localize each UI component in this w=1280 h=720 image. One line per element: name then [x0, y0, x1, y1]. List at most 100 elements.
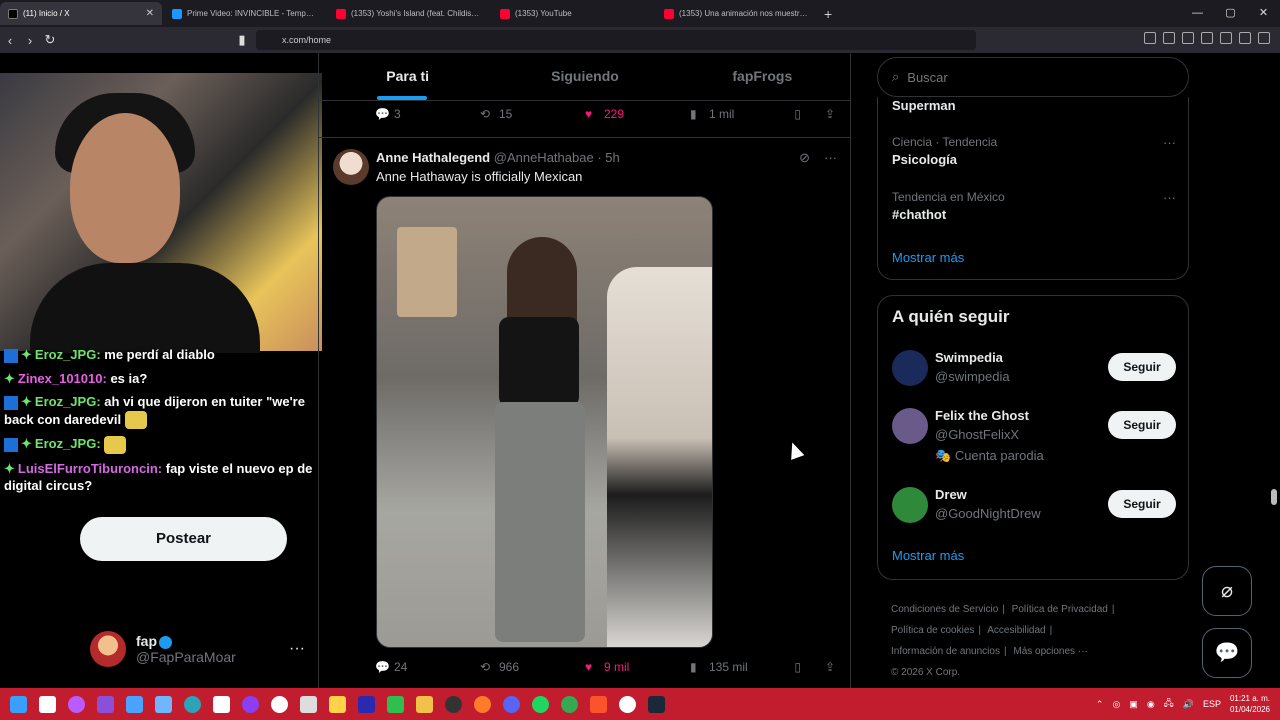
- more-options-icon[interactable]: ···: [1163, 135, 1176, 150]
- more-options-icon[interactable]: ···: [1163, 190, 1176, 205]
- taskbar-app-icon[interactable]: [39, 695, 56, 713]
- avatar[interactable]: [333, 149, 369, 185]
- tray-app-icon[interactable]: ▣: [1129, 699, 1138, 710]
- follow-button[interactable]: Seguir: [1108, 353, 1176, 381]
- taskbar-app-icon[interactable]: [416, 695, 433, 713]
- trend-item[interactable]: Tendencia en México #chathot ···: [892, 190, 1176, 222]
- taskbar-app-icon[interactable]: [329, 695, 346, 713]
- bookmark-tweet-icon[interactable]: ▯: [794, 107, 801, 121]
- address-bar[interactable]: x.com/home: [256, 30, 976, 50]
- grok-button[interactable]: ⌀: [1202, 566, 1252, 616]
- tweet-author-handle[interactable]: @AnneHathabae: [494, 150, 594, 165]
- follow-suggestion[interactable]: Swimpedia @swimpedia Seguir: [892, 350, 1176, 400]
- taskbar-app-icon[interactable]: [271, 695, 288, 713]
- extension-icon[interactable]: [1163, 32, 1175, 44]
- windows-start-icon[interactable]: [10, 695, 27, 713]
- taskbar-app-icon[interactable]: [126, 695, 143, 713]
- taskbar-app-icon[interactable]: [300, 695, 317, 713]
- keyboard-language[interactable]: ESP: [1203, 699, 1221, 709]
- like-button[interactable]: ♥ 9 mil: [585, 660, 690, 674]
- repost-button[interactable]: ⟲ 966: [480, 660, 585, 674]
- trend-item[interactable]: Ciencia · Tendencia Psicología ···: [892, 135, 1176, 167]
- follow-name[interactable]: Drew: [935, 487, 967, 502]
- bookmark-icon[interactable]: ▮: [232, 32, 252, 48]
- taskbar-app-icon[interactable]: [358, 695, 375, 713]
- follow-suggestion[interactable]: Felix the Ghost @GhostFelixX 🎭 Cuenta pa…: [892, 408, 1176, 463]
- taskbar-app-icon[interactable]: [184, 695, 201, 713]
- footer-link[interactable]: Más opciones ···: [1013, 646, 1087, 657]
- reply-button[interactable]: 💬 24: [375, 660, 480, 674]
- taskbar-app-icon[interactable]: [155, 695, 172, 713]
- volume-icon[interactable]: 🔊: [1183, 699, 1194, 710]
- extension-icon[interactable]: [1182, 32, 1194, 44]
- back-icon[interactable]: ‹: [0, 33, 20, 48]
- tweet-author-name[interactable]: Anne Hathalegend: [376, 150, 490, 165]
- browser-tab-prime-video[interactable]: Prime Video: INVINCIBLE - Temporad: [164, 2, 326, 25]
- close-window-button[interactable]: ✕: [1247, 0, 1280, 27]
- extension-icon[interactable]: [1201, 32, 1213, 44]
- network-icon[interactable]: 🖧: [1164, 696, 1174, 712]
- taskbar-app-icon[interactable]: [648, 695, 665, 713]
- like-button[interactable]: ♥ 229: [585, 107, 690, 121]
- forward-icon[interactable]: ›: [20, 33, 40, 48]
- tab-para-ti[interactable]: Para ti: [319, 53, 496, 100]
- maximize-button[interactable]: ▢: [1214, 0, 1247, 27]
- search-box[interactable]: ⌕: [877, 57, 1189, 97]
- browser-tab-youtube-3[interactable]: (1353) Una animación nos muestra q: [656, 2, 818, 25]
- tray-app-icon[interactable]: ◎: [1112, 699, 1120, 710]
- bookmark-tweet-icon[interactable]: ▯: [794, 660, 801, 674]
- search-input[interactable]: [907, 69, 1158, 85]
- more-options-icon[interactable]: ···: [289, 640, 305, 658]
- taskbar-app-icon[interactable]: [445, 695, 462, 713]
- views-button[interactable]: ▮ 1 mil: [690, 107, 790, 121]
- messages-button[interactable]: 💬: [1202, 628, 1252, 678]
- footer-link[interactable]: Condiciones de Servicio: [891, 604, 998, 615]
- tweet-video[interactable]: [376, 196, 713, 648]
- browser-tab-x-home[interactable]: (11) Inicio / X ✕: [0, 2, 162, 25]
- follow-button[interactable]: Seguir: [1108, 411, 1176, 439]
- taskbar-app-icon[interactable]: [532, 695, 549, 713]
- browser-tab-youtube-1[interactable]: (1353) Yoshi's Island (feat. Childish G: [328, 2, 490, 25]
- avatar[interactable]: [892, 350, 928, 386]
- follow-name[interactable]: Felix the Ghost: [935, 408, 1029, 423]
- tweet-time[interactable]: · 5h: [597, 150, 619, 165]
- account-switcher[interactable]: fap @FapParaMoar ···: [90, 629, 305, 669]
- menu-icon[interactable]: [1258, 32, 1270, 44]
- close-tab-icon[interactable]: ✕: [146, 8, 154, 19]
- trend-item[interactable]: Superman: [892, 95, 1176, 113]
- avatar[interactable]: [892, 408, 928, 444]
- follow-name[interactable]: Swimpedia: [935, 350, 1003, 365]
- browser-tab-youtube-2[interactable]: (1353) YouTube: [492, 2, 654, 25]
- more-options-icon[interactable]: ···: [824, 150, 837, 166]
- footer-link[interactable]: Política de Privacidad: [1012, 604, 1108, 615]
- views-button[interactable]: ▮ 135 mil: [690, 660, 790, 674]
- tray-app-icon[interactable]: ◉: [1147, 699, 1155, 710]
- tray-expand-icon[interactable]: ⌃: [1096, 699, 1104, 710]
- taskbar-app-icon[interactable]: [242, 695, 259, 713]
- minimize-button[interactable]: —: [1181, 0, 1214, 27]
- extension-icon[interactable]: [1239, 32, 1251, 44]
- footer-link[interactable]: Accesibilidad: [987, 625, 1045, 636]
- share-icon[interactable]: ⇪: [825, 107, 835, 121]
- tab-fapfrogs[interactable]: fapFrogs: [674, 53, 851, 100]
- follow-button[interactable]: Seguir: [1108, 490, 1176, 518]
- taskbar-app-icon[interactable]: [97, 695, 114, 713]
- taskbar-app-icon[interactable]: [619, 695, 636, 713]
- scrollbar-thumb[interactable]: [1271, 489, 1277, 505]
- share-icon[interactable]: ⇪: [825, 660, 835, 674]
- taskbar-app-icon[interactable]: [561, 695, 578, 713]
- taskbar-app-icon[interactable]: [503, 695, 520, 713]
- reload-icon[interactable]: ↻: [40, 32, 60, 48]
- follow-show-more-link[interactable]: Mostrar más: [892, 548, 964, 563]
- grok-icon[interactable]: ⊘: [799, 150, 810, 166]
- footer-link[interactable]: Información de anuncios: [891, 646, 1000, 657]
- footer-link[interactable]: Política de cookies: [891, 625, 974, 636]
- tab-siguiendo[interactable]: Siguiendo: [496, 53, 673, 100]
- follow-suggestion[interactable]: Drew @GoodNightDrew Seguir: [892, 487, 1176, 537]
- clock[interactable]: 01:21 a. m. 01/04/2026: [1230, 693, 1270, 715]
- reply-button[interactable]: 💬 3: [375, 107, 480, 121]
- taskbar-app-icon[interactable]: [213, 695, 230, 713]
- taskbar-app-icon[interactable]: [590, 695, 607, 713]
- extension-icon[interactable]: [1144, 32, 1156, 44]
- extension-icon[interactable]: [1220, 32, 1232, 44]
